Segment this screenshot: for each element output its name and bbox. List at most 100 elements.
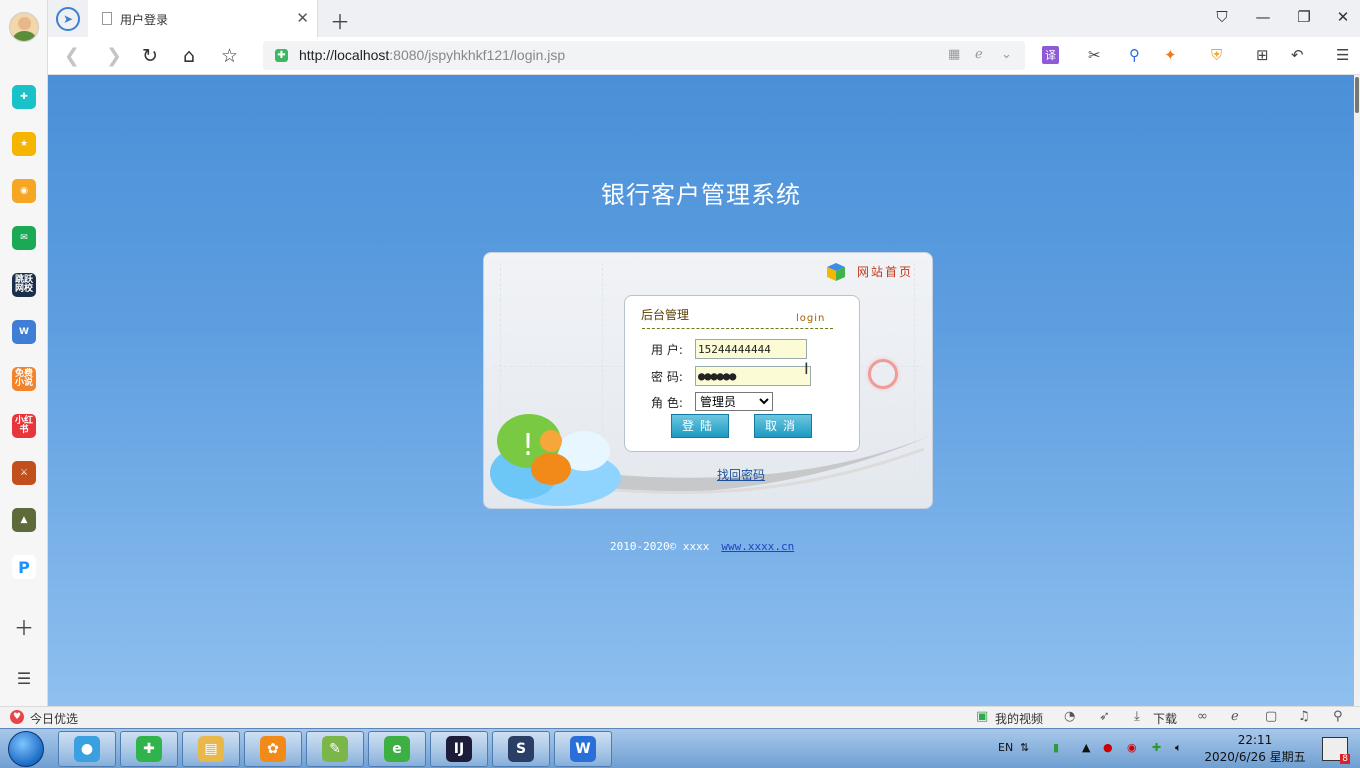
- user-avatar[interactable]: [9, 12, 39, 42]
- cancel-button[interactable]: 取消: [754, 414, 812, 438]
- game-app-icon[interactable]: ⚔: [12, 461, 36, 485]
- taskbar-app-notepad[interactable]: ✎: [306, 731, 364, 767]
- recover-password-link[interactable]: 找回密码: [717, 466, 765, 483]
- app-news-icon[interactable]: 跳跃 网校: [12, 273, 36, 297]
- heart-icon[interactable]: ♥: [10, 710, 24, 724]
- word-doc-icon[interactable]: W: [12, 320, 36, 344]
- new-tab-icon[interactable]: ＋: [330, 6, 350, 35]
- menu-icon[interactable]: ☰: [1336, 46, 1349, 64]
- list-icon[interactable]: ☰: [12, 666, 36, 690]
- role-label: 角 色:: [651, 396, 683, 410]
- video-icon[interactable]: ▣: [976, 709, 988, 724]
- novel-app-icon[interactable]: 免费 小说: [12, 367, 36, 391]
- taskbar-app-ie-green-icon: e: [384, 736, 410, 762]
- sound-icon[interactable]: ♫: [1298, 709, 1310, 724]
- search-icon[interactable]: ⚲: [1129, 46, 1140, 64]
- qrcode-icon[interactable]: ▦: [948, 47, 960, 62]
- window-icon[interactable]: ▢: [1265, 709, 1277, 724]
- download-link[interactable]: 下载: [1153, 710, 1177, 727]
- skin-icon[interactable]: ⛉: [1212, 8, 1232, 26]
- my-video-link[interactable]: 我的视频: [995, 710, 1043, 727]
- taskbar-app-360[interactable]: ✚: [120, 731, 178, 767]
- download-icon[interactable]: ⤓: [1134, 709, 1140, 724]
- taskbar-app-orange[interactable]: ✿: [244, 731, 302, 767]
- game-icon[interactable]: ✦: [1164, 46, 1177, 64]
- login-button[interactable]: 登陆: [671, 414, 729, 438]
- scissors-icon[interactable]: ✂: [1088, 46, 1101, 64]
- taskbar-app-notepad-icon: ✎: [322, 736, 348, 762]
- today-pick-link[interactable]: 今日优选: [30, 710, 78, 727]
- notification-icon[interactable]: 8: [1322, 737, 1350, 764]
- bookmark-star-icon[interactable]: ☆: [221, 45, 238, 67]
- tray-expand-icon[interactable]: ▲: [1082, 741, 1090, 754]
- forward-icon[interactable]: ❯: [106, 45, 122, 67]
- favorites-icon[interactable]: ★: [12, 132, 36, 156]
- scrollbar-thumb[interactable]: [1355, 77, 1359, 113]
- ie-icon[interactable]: ℯ: [1231, 709, 1239, 724]
- username-label: 用 户:: [651, 343, 683, 357]
- url-bar[interactable]: ✚ http://localhost:8080/jspyhkhkf121/log…: [263, 41, 1025, 70]
- taskbar-app-explorer[interactable]: ▤: [182, 731, 240, 767]
- security-icon[interactable]: ◉: [1127, 741, 1137, 754]
- volume-icon[interactable]: 🔈︎: [1175, 741, 1182, 755]
- speed-icon[interactable]: ◔: [1064, 709, 1075, 724]
- undo-icon[interactable]: ↶: [1291, 46, 1304, 64]
- restore-icon[interactable]: ❐: [1294, 8, 1314, 26]
- notification-count: 8: [1340, 754, 1350, 764]
- password-label: 密 码:: [651, 370, 683, 384]
- taskbar-app-ie-green[interactable]: e: [368, 731, 426, 767]
- login-heading: 后台管理: [641, 308, 690, 322]
- reload-icon[interactable]: ↻: [142, 45, 158, 67]
- footer-site-link[interactable]: www.xxxx.cn: [721, 540, 794, 553]
- battery-icon[interactable]: ▮: [1053, 741, 1059, 754]
- scrollbar[interactable]: [1354, 75, 1360, 706]
- login-panel: 网站首页 后台管理 login 用 户: 密 码: 角 色: 管理员 登陆: [483, 252, 933, 509]
- taskbar-app-colorballs-icon: ●: [74, 736, 100, 762]
- mail-icon[interactable]: ✉: [12, 226, 36, 250]
- page-footer: 2010-2020© xxxx www.xxxx.cn: [610, 540, 794, 553]
- username-input[interactable]: [695, 339, 807, 359]
- close-tab-icon[interactable]: ✕: [296, 9, 309, 27]
- apps-grid-icon[interactable]: ⊞: [1256, 46, 1269, 64]
- document-icon: [102, 12, 112, 25]
- home-cube-icon[interactable]: [826, 262, 846, 282]
- minimize-icon[interactable]: —: [1253, 8, 1273, 26]
- wallet-shield-icon[interactable]: ⛨: [1211, 46, 1222, 64]
- url-dropdown-icon[interactable]: ⌄: [1001, 47, 1012, 62]
- weibo-icon[interactable]: ◉: [12, 179, 36, 203]
- start-button-icon[interactable]: [8, 731, 44, 767]
- address-toolbar: ❮ ❯ ↻ ⌂ ☆ ✚ http://localhost:8080/jspyhk…: [48, 37, 1360, 75]
- close-window-icon[interactable]: ✕: [1333, 8, 1353, 26]
- zoom-icon[interactable]: ⚲: [1333, 709, 1343, 724]
- clock[interactable]: 22:11 2020/6/26 星期五: [1200, 732, 1310, 766]
- windows-taskbar: ● ✚ ▤ ✿ ✎ e IJ S W EN ⇅ ▮ ▲ ● ◉ ✚ 🔈︎ 22:11 2020/…: [0, 728, 1360, 768]
- clipper-app-icon[interactable]: ✚: [12, 85, 36, 109]
- taskbar-app-wps[interactable]: W: [554, 731, 612, 767]
- ie-mode-icon[interactable]: ℯ: [975, 47, 983, 62]
- site-home-link[interactable]: 网站首页: [857, 263, 913, 280]
- xiaohongshu-icon[interactable]: 小红书: [12, 414, 36, 438]
- tab-login[interactable]: 用户登录 ✕: [88, 0, 318, 37]
- click-indicator: [868, 359, 898, 389]
- password-input[interactable]: [695, 366, 811, 386]
- glasses-icon[interactable]: ∞: [1197, 709, 1208, 724]
- role-select[interactable]: 管理员: [695, 392, 773, 411]
- translate-icon[interactable]: 译: [1042, 46, 1059, 64]
- rocket-icon[interactable]: ➶: [1099, 709, 1110, 724]
- taskbar-app-intellij[interactable]: IJ: [430, 731, 488, 767]
- add-icon[interactable]: ＋: [12, 614, 36, 640]
- plus-tray-icon[interactable]: ✚: [1152, 741, 1161, 754]
- divider: [642, 328, 833, 329]
- back-icon[interactable]: ❮: [64, 45, 80, 67]
- game-app2-icon[interactable]: ▲: [12, 508, 36, 532]
- browser-logo-icon[interactable]: ➤: [56, 7, 80, 31]
- home-icon[interactable]: ⌂: [183, 45, 195, 67]
- tab-bar: ➤ 用户登录 ✕ ＋ ⛉ — ❐ ✕: [48, 0, 1360, 37]
- language-indicator[interactable]: EN: [998, 741, 1013, 754]
- secure-shield-icon: ✚: [275, 49, 288, 62]
- taskbar-app-s[interactable]: S: [492, 731, 550, 767]
- record-icon[interactable]: ●: [1103, 741, 1113, 754]
- p-app-icon[interactable]: P: [12, 555, 36, 579]
- taskbar-app-colorballs[interactable]: ●: [58, 731, 116, 767]
- ime-icon[interactable]: ⇅: [1020, 741, 1029, 754]
